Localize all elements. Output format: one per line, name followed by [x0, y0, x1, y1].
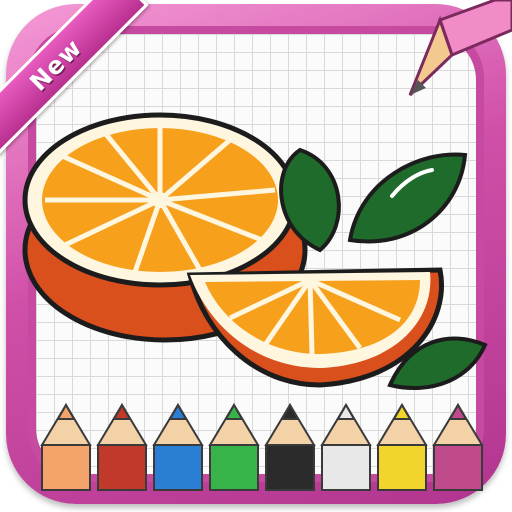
color-pencil	[432, 402, 484, 491]
pencil-body	[41, 444, 91, 491]
pencil-body	[265, 444, 315, 491]
color-pencil	[376, 402, 428, 491]
pencil-tip	[224, 402, 244, 420]
color-pencil	[152, 402, 204, 491]
pencil-tip	[168, 402, 188, 420]
pencil-body	[97, 444, 147, 491]
pencil-body	[377, 444, 427, 491]
pencil-tip	[448, 402, 468, 420]
app-icon[interactable]: New	[0, 0, 512, 512]
pencil-tip	[392, 402, 412, 420]
new-badge-band: New	[0, 0, 149, 158]
pencil-body	[209, 444, 259, 491]
pencil-tip	[336, 402, 356, 420]
color-pencil	[320, 402, 372, 491]
pencil-tip	[56, 402, 76, 420]
pencil-row	[40, 402, 484, 491]
pencil-icon	[408, 0, 512, 97]
new-badge: New	[0, 0, 194, 194]
pencil-body	[321, 444, 371, 491]
color-pencil	[208, 402, 260, 491]
color-pencil	[40, 402, 92, 491]
pencil-tip	[280, 402, 300, 420]
pencil-body	[153, 444, 203, 491]
color-pencil	[264, 402, 316, 491]
new-badge-label: New	[24, 33, 88, 97]
color-pencil	[96, 402, 148, 491]
pencil-tip	[112, 402, 132, 420]
pencil-body	[433, 444, 483, 491]
